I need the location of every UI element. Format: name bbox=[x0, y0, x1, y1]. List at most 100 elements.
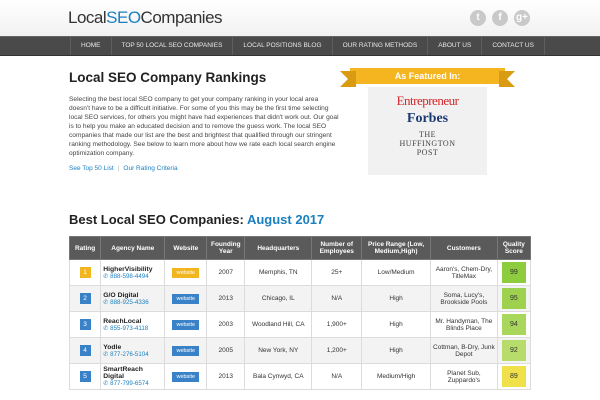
rankings-heading: Best Local SEO Companies: August 2017 bbox=[69, 212, 324, 227]
website-cell: website bbox=[164, 363, 208, 390]
site-logo[interactable]: LocalSEOCompanies bbox=[68, 8, 223, 28]
col-quality-score: Quality Score bbox=[496, 236, 532, 260]
table-row: 3 ReachLocal ✆ 855-973-4118 website 2003 Wood… bbox=[68, 311, 532, 338]
rankings-month: August 2017 bbox=[246, 212, 325, 227]
col-customers: Customers bbox=[430, 236, 498, 260]
social-links: t f g+ bbox=[470, 10, 530, 26]
agency-cell: G/O Digital ✆ 888-925-4336 bbox=[100, 285, 166, 312]
col-website: Website bbox=[164, 236, 208, 260]
intro-links: See Top 50 List | Our Rating Criteria bbox=[69, 165, 178, 172]
quality-score: 95 bbox=[501, 288, 526, 309]
google-plus-icon[interactable]: g+ bbox=[514, 10, 530, 26]
quality-score-cell: 89 bbox=[496, 363, 532, 390]
nav-rating-methods[interactable]: OUR RATING METHODS bbox=[331, 37, 428, 55]
top-50-link[interactable]: See Top 50 List bbox=[69, 165, 114, 172]
price-range: Medium/High bbox=[361, 363, 431, 390]
nav-top-50[interactable]: TOP 50 LOCAL SEO COMPANIES bbox=[110, 37, 233, 55]
agency-phone[interactable]: 855-973-4118 bbox=[110, 325, 148, 332]
headquarters: Memphis, TN bbox=[244, 259, 313, 286]
website-cell: website bbox=[164, 337, 208, 364]
featured-ribbon: As Featured In: bbox=[340, 68, 515, 87]
agency-name[interactable]: Yodle bbox=[103, 344, 162, 351]
founding-year: 2007 bbox=[206, 259, 246, 286]
customers: Aaron's, Chem-Dry, TitleMax bbox=[430, 259, 498, 286]
intro-text: Selecting the best local SEO company to … bbox=[69, 96, 339, 157]
rankings-table: Rating Agency Name Website Founding Year… bbox=[68, 236, 532, 390]
website-button[interactable]: website bbox=[172, 371, 200, 382]
quality-score: 89 bbox=[501, 366, 526, 387]
table-row: 4 Yodle ✆ 877-276-5104 website 2005 New York,… bbox=[68, 337, 532, 364]
agency-name[interactable]: G/O Digital bbox=[103, 292, 162, 299]
col-founding-year: Founding Year bbox=[206, 236, 246, 260]
website-button[interactable]: website bbox=[172, 345, 200, 356]
agency-cell: Yodle ✆ 877-276-5104 bbox=[100, 337, 166, 364]
col-agency: Agency Name bbox=[100, 236, 166, 260]
link-divider: | bbox=[117, 165, 120, 172]
nav-home[interactable]: HOME bbox=[70, 37, 111, 55]
agency-cell: ReachLocal ✆ 855-973-4118 bbox=[100, 311, 166, 338]
huff-line-2: HUFFINGTON bbox=[399, 139, 456, 148]
col-price-range: Price Range (Low, Medium,High) bbox=[361, 236, 431, 260]
agency-phone[interactable]: 877-276-5104 bbox=[110, 351, 149, 358]
headquarters: New York, NY bbox=[244, 337, 313, 364]
forbes-logo: Forbes bbox=[406, 111, 449, 126]
employees: 1,900+ bbox=[311, 311, 363, 338]
agency-name[interactable]: SmartReach Digital bbox=[103, 366, 162, 380]
headquarters: Woodland Hill, CA bbox=[244, 311, 313, 338]
rank-badge: 2 bbox=[79, 293, 91, 304]
facebook-icon[interactable]: f bbox=[492, 10, 508, 26]
founding-year: 2013 bbox=[206, 285, 246, 312]
founding-year: 2013 bbox=[206, 363, 246, 390]
quality-score: 99 bbox=[501, 262, 526, 283]
founding-year: 2005 bbox=[206, 337, 246, 364]
website-button[interactable]: website bbox=[172, 267, 200, 278]
price-range: High bbox=[361, 311, 431, 338]
customers: Mr. Handyman, The Blinds Place bbox=[430, 311, 498, 338]
agency-phone[interactable]: 877-799-6574 bbox=[110, 380, 149, 387]
website-cell: website bbox=[164, 259, 208, 286]
website-button[interactable]: website bbox=[172, 319, 200, 330]
nav-blog[interactable]: LOCAL POSITIONS BLOG bbox=[232, 37, 331, 55]
headquarters: Chicago, IL bbox=[244, 285, 313, 312]
employees: 25+ bbox=[311, 259, 363, 286]
employees: N/A bbox=[311, 363, 363, 390]
rank-cell: 3 bbox=[68, 311, 102, 338]
customers: Planet Sub, Zuppardo's bbox=[430, 363, 498, 390]
rankings-heading-text: Best Local SEO Companies: bbox=[69, 212, 244, 227]
logo-text-seo: SEO bbox=[106, 8, 141, 27]
quality-score-cell: 99 bbox=[496, 259, 532, 286]
website-button[interactable]: website bbox=[172, 293, 200, 304]
huffington-post-logo: THE HUFFINGTON POST bbox=[368, 130, 487, 157]
nav-contact[interactable]: CONTACT US bbox=[481, 37, 545, 55]
customers: Cottman, B-Dry, Junk Depot bbox=[430, 337, 498, 364]
agency-phone[interactable]: 888-598-4494 bbox=[110, 273, 149, 280]
rank-cell: 1 bbox=[68, 259, 102, 286]
table-row: 5 SmartReach Digital ✆ 877-799-6574 website… bbox=[68, 363, 532, 390]
rank-badge: 1 bbox=[79, 267, 91, 278]
headquarters: Bala Cynwyd, CA bbox=[244, 363, 313, 390]
agency-name[interactable]: HigherVisibility bbox=[103, 266, 162, 273]
featured-in: As Featured In: Entrepreneur Forbes THE … bbox=[340, 68, 515, 175]
quality-score-cell: 94 bbox=[496, 311, 532, 338]
quality-score: 92 bbox=[501, 340, 526, 361]
employees: N/A bbox=[311, 285, 363, 312]
quality-score-cell: 92 bbox=[496, 337, 532, 364]
rank-cell: 5 bbox=[68, 363, 102, 390]
founding-year: 2003 bbox=[206, 311, 246, 338]
rank-cell: 4 bbox=[68, 337, 102, 364]
huff-line-1: THE bbox=[418, 130, 437, 139]
page-title: Local SEO Company Rankings bbox=[69, 70, 267, 85]
col-rating: Rating bbox=[68, 236, 102, 260]
rank-badge: 3 bbox=[79, 319, 91, 330]
agency-name[interactable]: ReachLocal bbox=[103, 318, 162, 325]
rank-cell: 2 bbox=[68, 285, 102, 312]
rank-badge: 5 bbox=[79, 371, 91, 382]
entrepreneur-logo: Entrepreneur bbox=[396, 93, 459, 108]
twitter-icon[interactable]: t bbox=[470, 10, 486, 26]
col-headquarters: Headquarters bbox=[244, 236, 313, 260]
main-nav: HOME TOP 50 LOCAL SEO COMPANIES LOCAL PO… bbox=[0, 36, 600, 56]
quality-score-cell: 95 bbox=[496, 285, 532, 312]
nav-about[interactable]: ABOUT US bbox=[427, 37, 481, 55]
rating-criteria-link[interactable]: Our Rating Criteria bbox=[123, 165, 177, 172]
agency-phone[interactable]: 888-925-4336 bbox=[110, 299, 149, 306]
